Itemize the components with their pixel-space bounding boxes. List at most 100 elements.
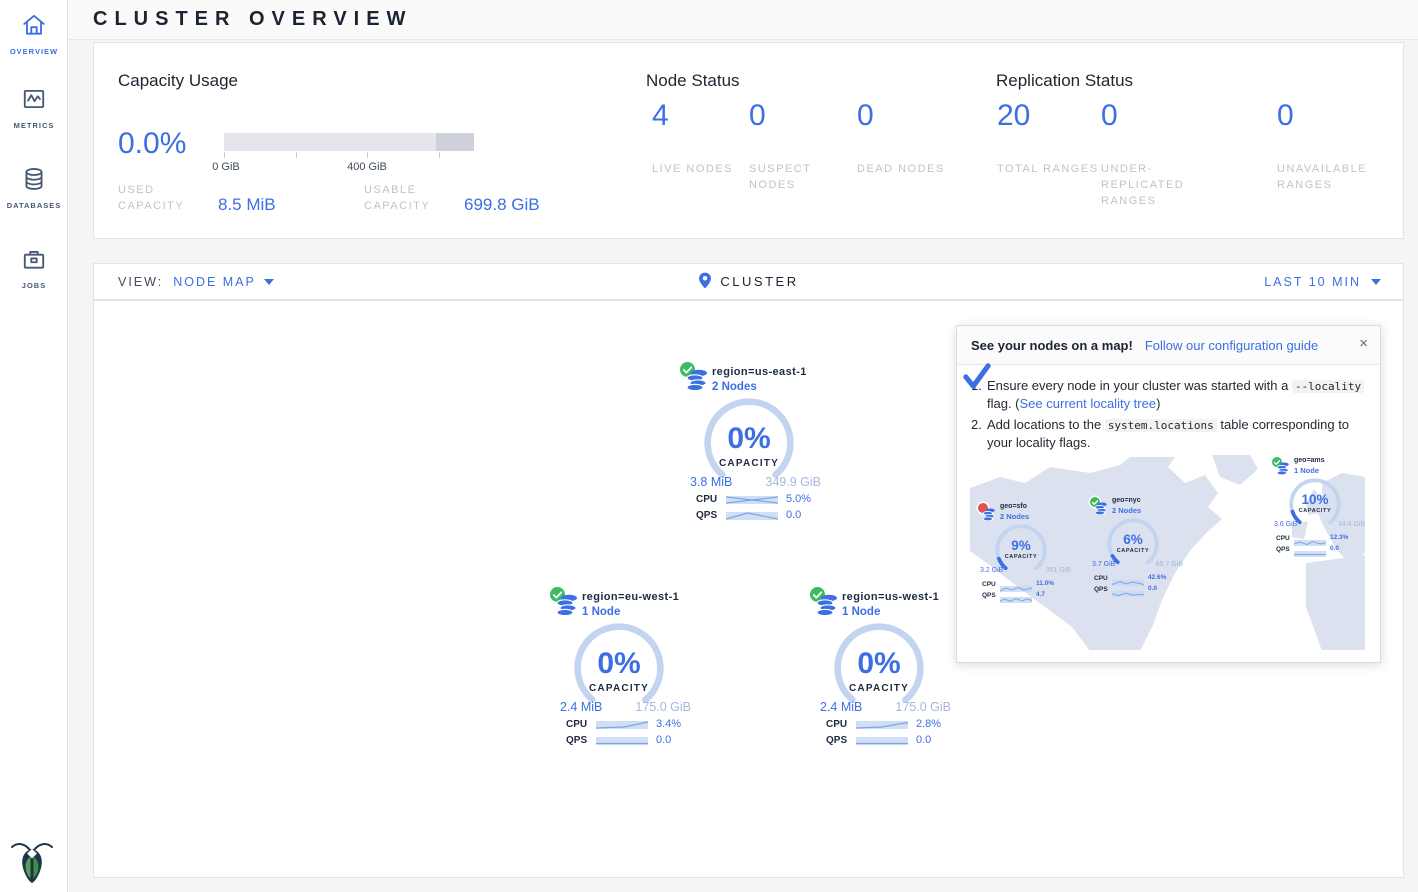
home-icon: [21, 25, 47, 42]
cpu-sparkline: [856, 718, 908, 730]
stat-label: UNAVAILABLE RANGES: [1277, 162, 1382, 194]
capacity-usage-title: Capacity Usage: [118, 71, 238, 91]
sidebar-item-metrics[interactable]: METRICS: [0, 86, 68, 130]
capacity-tick-label: 0 GiB: [212, 161, 240, 173]
guide-step-2: 2.Add locations to the system.locations …: [971, 416, 1366, 452]
region-label: region=eu-west-1: [582, 591, 679, 603]
node-stack-icon: [685, 369, 709, 396]
qps-value: 0.0: [786, 509, 801, 521]
cockroachdb-logo[interactable]: [10, 838, 54, 884]
step-text: Ensure every node in your cluster was st…: [987, 378, 1292, 393]
locality-breadcrumb[interactable]: CLUSTER: [94, 272, 1403, 292]
usable-value: 65.7 GiB: [1156, 561, 1183, 568]
nodes-count-link[interactable]: 1 Node: [582, 606, 620, 618]
qps-label: QPS: [826, 735, 847, 746]
stat-value: 0: [1101, 99, 1277, 133]
sidebar-item-jobs[interactable]: JOBS: [0, 246, 68, 290]
capacity-percent: 0%: [794, 647, 964, 681]
capacity-percent: 0%: [664, 422, 834, 456]
qps-sparkline: [856, 734, 908, 746]
sidebar-item-overview[interactable]: OVERVIEW: [0, 12, 68, 56]
chevron-down-icon: [1371, 279, 1381, 285]
qps-label: QPS: [1276, 546, 1290, 553]
usable-value: 349.9 GiB: [765, 475, 821, 489]
used-value: 2.4 MiB: [820, 700, 862, 714]
used-capacity-stat: USED CAPACITY 8.5 MiB: [118, 183, 276, 215]
breadcrumb-label: CLUSTER: [720, 274, 798, 289]
capacity-percent: 9%: [978, 538, 1064, 553]
locality-flag-code: --locality: [1292, 380, 1364, 393]
view-bar: VIEW: NODE MAP CLUSTER LAST 10 MIN: [93, 263, 1404, 300]
cpu-value: 3.4%: [656, 718, 681, 730]
node-stack-icon: [815, 594, 839, 621]
stat-label: USABLE CAPACITY: [364, 183, 450, 215]
usable-value: 351 GiB: [1046, 567, 1071, 574]
cpu-label: CPU: [982, 581, 996, 588]
stat-label: UNDER-REPLICATED RANGES: [1101, 162, 1206, 210]
qps-value: 0.0: [656, 734, 671, 746]
replication-status-title: Replication Status: [996, 71, 1133, 91]
time-range-dropdown[interactable]: LAST 10 MIN: [1264, 275, 1381, 289]
geo-label: geo=ams: [1294, 457, 1325, 464]
cpu-value: 2.8%: [916, 718, 941, 730]
nodes-count: 2 Nodes: [1112, 506, 1141, 515]
capacity-used-percent: 0.0%: [118, 127, 186, 161]
usable-value: 175.0 GiB: [895, 700, 951, 714]
system-locations-code: system.locations: [1105, 419, 1217, 432]
region-label: region=us-west-1: [842, 591, 939, 603]
capacity-caption: CAPACITY: [1090, 548, 1176, 554]
capacity-caption: CAPACITY: [978, 554, 1064, 560]
stat-value: 0: [1277, 99, 1397, 133]
stat-label: LIVE NODES: [652, 162, 749, 178]
stat-value: 0: [857, 99, 947, 133]
cpu-sparkline: [726, 493, 778, 505]
capacity-tick-label: 400 GiB: [347, 161, 387, 173]
close-icon[interactable]: ×: [1359, 335, 1368, 352]
suspect-nodes-stat: 0 SUSPECT NODES: [749, 99, 857, 194]
nodes-count-link[interactable]: 1 Node: [842, 606, 880, 618]
cpu-value: 42.6%: [1148, 574, 1166, 581]
nodes-count: 1 Node: [1294, 466, 1319, 475]
capacity-caption: CAPACITY: [794, 683, 964, 694]
cpu-label: CPU: [566, 719, 587, 730]
locality-tree-link[interactable]: See current locality tree: [1020, 396, 1157, 411]
sidebar: OVERVIEW METRICS DATABASES JOBS: [0, 0, 68, 892]
sidebar-item-label: JOBS: [0, 281, 68, 290]
node-group-us-west-1[interactable]: region=us-west-1 1 Node 0% CAPACITY 2.4 …: [794, 583, 964, 753]
qps-value: 0.0: [1330, 545, 1339, 552]
capacity-tick: [367, 152, 368, 158]
total-ranges-stat: 20 TOTAL RANGES: [997, 99, 1101, 210]
sidebar-item-databases[interactable]: DATABASES: [0, 166, 68, 210]
popup-title: See your nodes on a map!: [971, 338, 1133, 353]
stat-label: TOTAL RANGES: [997, 162, 1101, 178]
page-header: CLUSTER OVERVIEW: [68, 0, 1418, 40]
geo-label: geo=sfo: [1000, 503, 1027, 510]
capacity-bar-segment: [436, 133, 474, 151]
configuration-guide-link[interactable]: Follow our configuration guide: [1145, 338, 1318, 353]
node-group-eu-west-1[interactable]: region=eu-west-1 1 Node 0% CAPACITY 2.4 …: [534, 583, 704, 753]
qps-value: 0.0: [916, 734, 931, 746]
cpu-value: 11.0%: [1036, 580, 1054, 587]
stat-value: 20: [997, 99, 1101, 133]
used-value: 3.7 GiB: [1092, 561, 1115, 568]
nodes-count-link[interactable]: 2 Nodes: [712, 381, 757, 393]
used-value: 3.8 MiB: [690, 475, 732, 489]
used-value: 3.6 GiB: [1274, 521, 1297, 528]
cpu-sparkline: [596, 718, 648, 730]
dead-nodes-stat: 0 DEAD NODES: [857, 99, 947, 194]
capacity-percent: 10%: [1272, 492, 1358, 507]
qps-sparkline: [726, 509, 778, 521]
cpu-sparkline: [1000, 580, 1032, 588]
stat-value: 0: [749, 99, 857, 133]
sidebar-item-label: OVERVIEW: [0, 47, 68, 56]
usable-value: 175.0 GiB: [635, 700, 691, 714]
node-status-title: Node Status: [646, 71, 740, 91]
qps-label: QPS: [1094, 586, 1108, 593]
cpu-sparkline: [1294, 534, 1326, 542]
capacity-bar: [224, 133, 474, 151]
step-done-check-icon: [963, 363, 991, 394]
stat-value: 4: [652, 99, 749, 133]
node-group-us-east-1[interactable]: region=us-east-1 2 Nodes 0% CAPACITY 3.8…: [664, 358, 834, 528]
sidebar-item-label: METRICS: [0, 121, 68, 130]
capacity-caption: CAPACITY: [664, 458, 834, 469]
